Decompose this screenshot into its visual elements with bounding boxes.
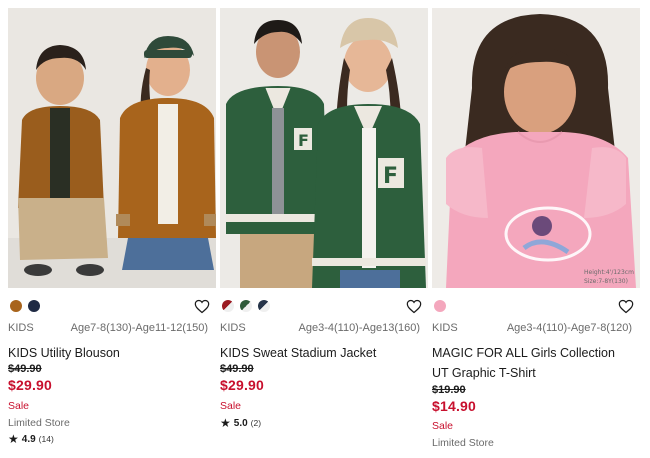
original-price: $19.90 [432, 384, 466, 396]
product-name[interactable]: MAGIC FOR ALL Girls Collection UT Graphi… [432, 343, 638, 383]
original-price: $49.90 [220, 363, 254, 375]
svg-text:F: F [298, 131, 309, 150]
availability-label: Limited Store [8, 417, 70, 429]
sale-badge: Sale [432, 420, 454, 432]
sale-badge: Sale [8, 400, 30, 412]
color-swatches [434, 300, 446, 314]
photo-caption-size: Size:7-8Y(130) [584, 278, 628, 285]
product-name-line: KIDS Utility Blouson [8, 346, 120, 360]
size-range: Age7-8(130)-Age11-12(150) [70, 322, 208, 334]
sale-price: $14.90 [432, 398, 477, 414]
color-swatch[interactable] [10, 300, 22, 312]
rating[interactable]: ★ 5.0 (2) [220, 416, 261, 430]
product-name[interactable]: KIDS Sweat Stadium Jacket [220, 343, 426, 363]
product-name-line: MAGIC FOR ALL Girls Collection [432, 346, 615, 360]
product-image[interactable] [8, 8, 216, 288]
star-icon: ★ [8, 432, 19, 446]
size-range: Age3-4(110)-Age13(160) [298, 322, 420, 334]
product-photo-ut-graphic-tshirt: Height:4'/123cm Size:7-8Y(130) [432, 8, 640, 288]
product-image[interactable]: F F [220, 8, 428, 288]
star-icon: ★ [220, 416, 231, 430]
svg-text:F: F [383, 164, 398, 189]
product-meta: KIDS Age3-4(110)-Age7-8(120) [432, 322, 640, 336]
color-swatch[interactable] [222, 300, 234, 312]
sale-badge: Sale [220, 400, 242, 412]
heart-outline-icon[interactable] [618, 299, 634, 314]
availability-label: Limited Store [432, 437, 494, 449]
heart-outline-icon[interactable] [406, 299, 422, 314]
product-photo-utility-blouson [8, 8, 216, 288]
color-swatch[interactable] [240, 300, 252, 312]
gender-label: KIDS [432, 322, 458, 334]
product-photo-stadium-jacket: F F [220, 8, 428, 288]
sale-price: $29.90 [8, 377, 53, 393]
rating-value: 4.9 [21, 433, 36, 445]
gender-label: KIDS [8, 322, 34, 334]
heart-outline-icon[interactable] [194, 299, 210, 314]
color-swatch[interactable] [434, 300, 446, 312]
product-card[interactable]: KIDS Age7-8(130)-Age11-12(150) KIDS Util… [8, 0, 216, 458]
product-image[interactable]: Height:4'/123cm Size:7-8Y(130) [432, 8, 640, 288]
product-name-line: UT Graphic T-Shirt [432, 366, 536, 380]
color-swatches [222, 300, 270, 314]
product-meta: KIDS Age3-4(110)-Age13(160) [220, 322, 428, 336]
review-count: (14) [38, 434, 54, 444]
color-swatch[interactable] [28, 300, 40, 312]
color-swatch[interactable] [258, 300, 270, 312]
sale-price: $29.90 [220, 377, 265, 393]
rating[interactable]: ★ 4.9 (14) [8, 432, 54, 446]
original-price: $49.90 [8, 363, 42, 375]
product-name-line: KIDS Sweat Stadium Jacket [220, 346, 377, 360]
review-count: (2) [250, 418, 262, 428]
rating-value: 5.0 [233, 417, 248, 429]
product-meta: KIDS Age7-8(130)-Age11-12(150) [8, 322, 216, 336]
photo-caption-height: Height:4'/123cm [584, 269, 634, 276]
product-card[interactable]: Height:4'/123cm Size:7-8Y(130) KIDS Age3… [432, 0, 640, 458]
gender-label: KIDS [220, 322, 246, 334]
color-swatches [10, 300, 40, 314]
product-name[interactable]: KIDS Utility Blouson [8, 343, 214, 363]
product-card[interactable]: F F KIDS Age3-4(110)-Age13(160) KIDS Swe… [220, 0, 428, 458]
size-range: Age3-4(110)-Age7-8(120) [506, 322, 632, 334]
